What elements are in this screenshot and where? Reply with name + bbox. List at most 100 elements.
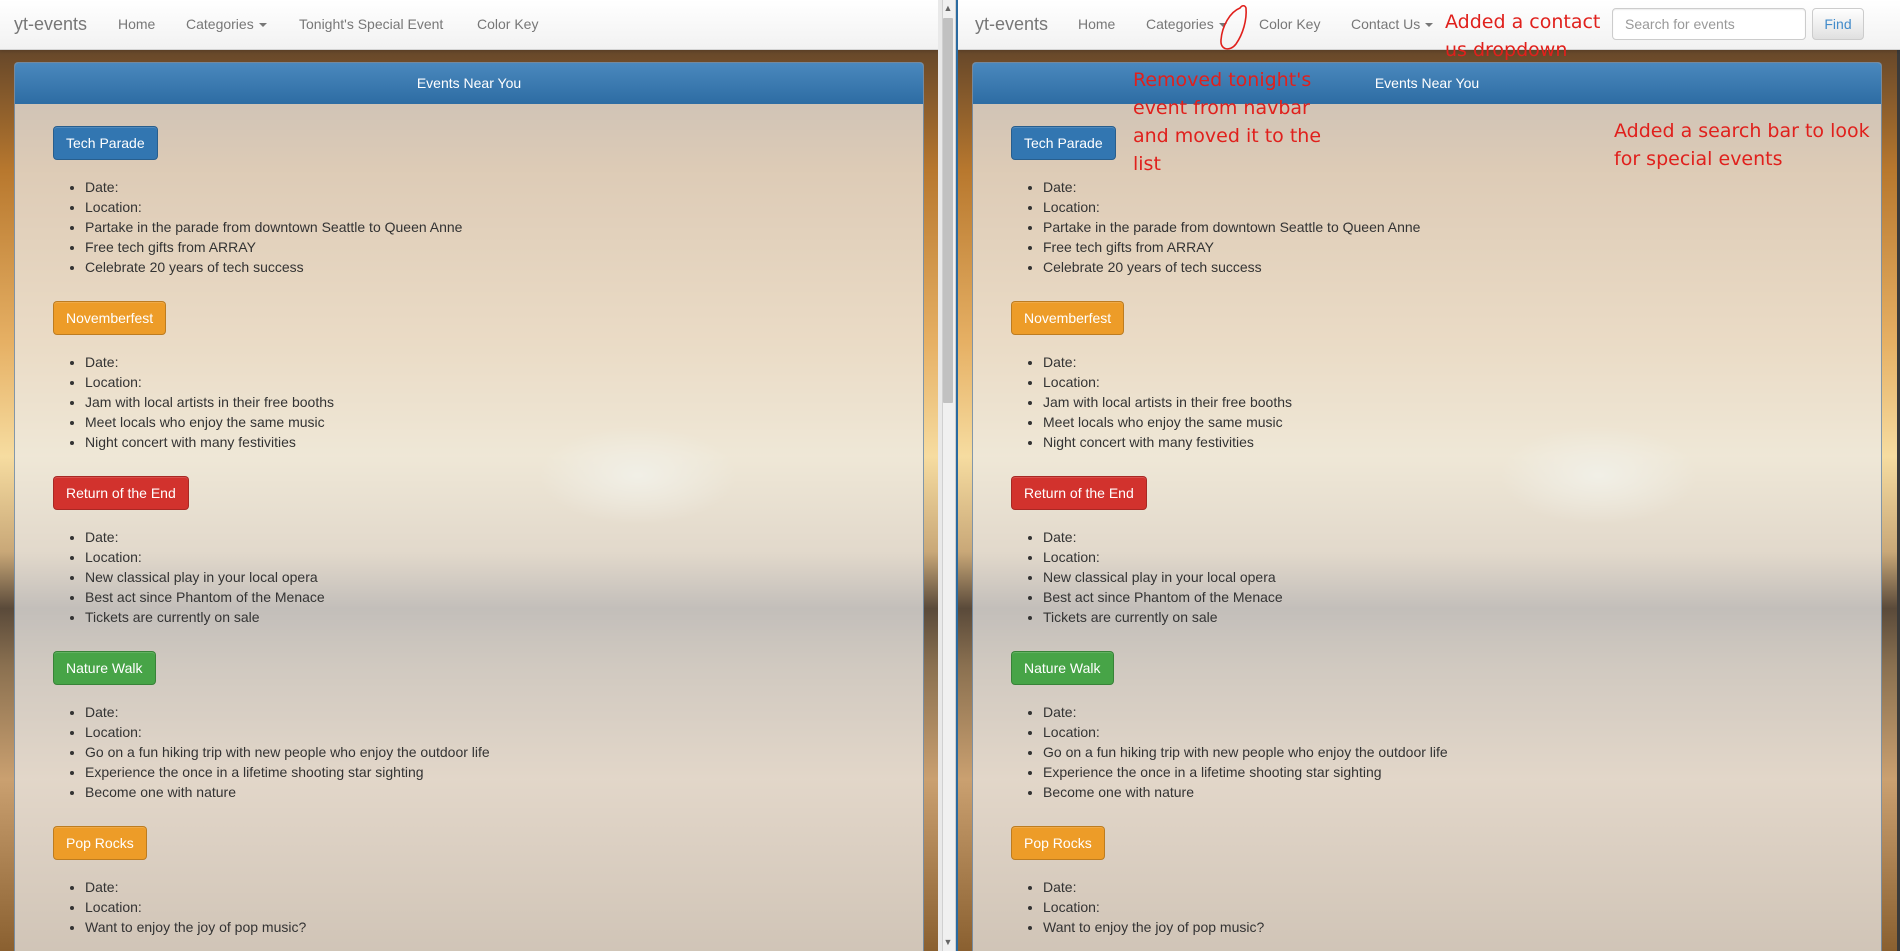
event-detail: Experience the once in a lifetime shooti…	[1043, 762, 1843, 782]
events-panel: Events Near You Tech ParadeDate:Location…	[972, 62, 1882, 951]
event-button[interactable]: Novemberfest	[53, 301, 167, 335]
nav-categories[interactable]: Categories	[186, 0, 267, 49]
search-input[interactable]	[1612, 8, 1806, 40]
event-details-list: Date:Location:Go on a fun hiking trip wi…	[1011, 702, 1843, 802]
nav-contact-us[interactable]: Contact Us	[1351, 0, 1434, 49]
event-detail: Location:	[85, 722, 885, 742]
nav-categories-label: Categories	[1146, 16, 1214, 32]
panel-title: Events Near You	[15, 63, 923, 104]
event-detail: Date:	[1043, 177, 1843, 197]
event-button[interactable]: Tech Parade	[1011, 126, 1116, 160]
event-detail: Night concert with many festivities	[1043, 432, 1843, 452]
event-item: Pop Rocks Date:Location:Want to enjoy the…	[53, 826, 885, 937]
event-detail: Date:	[1043, 702, 1843, 722]
nav-color-key[interactable]: Color Key	[477, 0, 538, 49]
event-button[interactable]: Return of the End	[53, 476, 189, 510]
annotation-circle-mark	[1220, 4, 1247, 50]
event-detail: Date:	[85, 352, 885, 372]
caret-down-icon	[1425, 23, 1434, 28]
event-detail: Tickets are currently on sale	[85, 607, 885, 627]
caret-down-icon	[258, 23, 267, 28]
event-button[interactable]: Novemberfest	[1011, 301, 1125, 335]
scrollbar-thumb[interactable]	[943, 18, 953, 403]
right-navbar: yt-events Home Categories Color Key Cont…	[958, 0, 1900, 50]
event-detail: Partake in the parade from downtown Seat…	[85, 217, 885, 237]
event-detail: Location:	[85, 197, 885, 217]
event-detail: Date:	[1043, 877, 1843, 897]
event-detail: Become one with nature	[1043, 782, 1843, 802]
event-detail: Celebrate 20 years of tech success	[85, 257, 885, 277]
events-list: Tech ParadeDate:Location:Partake in the …	[15, 104, 923, 951]
event-item: Novemberfest Date:Location:Jam with local…	[1011, 301, 1843, 452]
event-detail: Location:	[1043, 722, 1843, 742]
brand-link[interactable]: yt-events	[975, 0, 1048, 49]
event-details-list: Date:Location:Partake in the parade from…	[53, 177, 885, 277]
event-detail: Date:	[85, 702, 885, 722]
left-browser-pane: yt-events Home Categories Tonight's Spec…	[0, 0, 938, 951]
event-detail: Jam with local artists in their free boo…	[85, 392, 885, 412]
event-detail: Free tech gifts from ARRAY	[1043, 237, 1843, 257]
event-detail: Night concert with many festivities	[85, 432, 885, 452]
event-details-list: Date:Location:Jam with local artists in …	[53, 352, 885, 452]
event-item: Pop Rocks Date:Location:Want to enjoy the…	[1011, 826, 1843, 937]
left-pane-scrollbar[interactable]: ▲ ▼	[938, 0, 958, 951]
event-detail: Celebrate 20 years of tech success	[1043, 257, 1843, 277]
event-detail: Become one with nature	[85, 782, 885, 802]
event-details-list: Date:Location:Go on a fun hiking trip wi…	[53, 702, 885, 802]
event-detail: Meet locals who enjoy the same music	[1043, 412, 1843, 432]
nav-contact-us-label: Contact Us	[1351, 16, 1421, 32]
event-detail: Date:	[1043, 527, 1843, 547]
nav-tonights-special-event[interactable]: Tonight's Special Event	[299, 0, 443, 49]
find-button[interactable]: Find	[1812, 8, 1864, 40]
nav-home[interactable]: Home	[118, 0, 155, 49]
annotation-search-bar: Added a search bar to look for special e…	[1614, 120, 1870, 170]
event-item: Return of the End Date:Location:New class…	[53, 476, 885, 627]
nav-home[interactable]: Home	[1078, 0, 1115, 49]
event-detail: Location:	[1043, 197, 1843, 217]
annotation-tonights-event: Removed tonight's event from navbar and …	[1133, 69, 1322, 175]
brand-link[interactable]: yt-events	[14, 0, 87, 49]
event-details-list: Date:Location:New classical play in your…	[1011, 527, 1843, 627]
event-detail: Date:	[85, 527, 885, 547]
event-detail: Want to enjoy the joy of pop music?	[1043, 917, 1843, 937]
event-detail: Want to enjoy the joy of pop music?	[85, 917, 885, 937]
panel-title: Events Near You	[973, 63, 1881, 104]
nav-color-key[interactable]: Color Key	[1259, 0, 1320, 49]
event-details-list: Date:Location:Partake in the parade from…	[1011, 177, 1843, 277]
nav-categories-label: Categories	[186, 16, 254, 32]
event-detail: Location:	[1043, 547, 1843, 567]
event-button[interactable]: Pop Rocks	[53, 826, 147, 860]
scroll-down-arrow-icon[interactable]: ▼	[943, 936, 953, 948]
event-detail: Go on a fun hiking trip with new people …	[1043, 742, 1843, 762]
events-list: Tech Parade Date:Location:Partake in the …	[973, 104, 1881, 951]
nav-categories[interactable]: Categories	[1146, 0, 1227, 49]
event-detail: Date:	[85, 877, 885, 897]
event-detail: Best act since Phantom of the Menace	[85, 587, 885, 607]
left-navbar: yt-events Home Categories Tonight's Spec…	[0, 0, 938, 50]
event-button[interactable]: Pop Rocks	[1011, 826, 1105, 860]
event-item: Nature Walk Date:Location:Go on a fun hik…	[1011, 651, 1843, 802]
event-detail: Experience the once in a lifetime shooti…	[85, 762, 885, 782]
event-item: Novemberfest Date:Location:Jam with local…	[53, 301, 885, 452]
event-button[interactable]: Nature Walk	[1011, 651, 1114, 685]
right-browser-pane: yt-events Home Categories Color Key Cont…	[958, 0, 1900, 951]
event-button[interactable]: Return of the End	[1011, 476, 1147, 510]
event-detail: Location:	[85, 547, 885, 567]
event-detail: Free tech gifts from ARRAY	[85, 237, 885, 257]
scroll-up-arrow-icon[interactable]: ▲	[943, 2, 953, 14]
annotation-contact-us: Added a contact us dropdown	[1445, 11, 1601, 61]
event-detail: Best act since Phantom of the Menace	[1043, 587, 1843, 607]
event-details-list: Date:Location:New classical play in your…	[53, 527, 885, 627]
event-detail: Go on a fun hiking trip with new people …	[85, 742, 885, 762]
event-button[interactable]: Nature Walk	[53, 651, 156, 685]
event-button[interactable]: Tech Parade	[53, 126, 158, 160]
event-item: Tech Parade Date:Location:Partake in the …	[53, 126, 885, 277]
event-detail: Jam with local artists in their free boo…	[1043, 392, 1843, 412]
event-detail: Location:	[1043, 372, 1843, 392]
event-detail: Location:	[1043, 897, 1843, 917]
event-detail: New classical play in your local opera	[1043, 567, 1843, 587]
event-details-list: Date:Location:Want to enjoy the joy of p…	[1011, 877, 1843, 937]
event-item: Return of the End Date:Location:New class…	[1011, 476, 1843, 627]
event-detail: New classical play in your local opera	[85, 567, 885, 587]
event-detail: Location:	[85, 372, 885, 392]
